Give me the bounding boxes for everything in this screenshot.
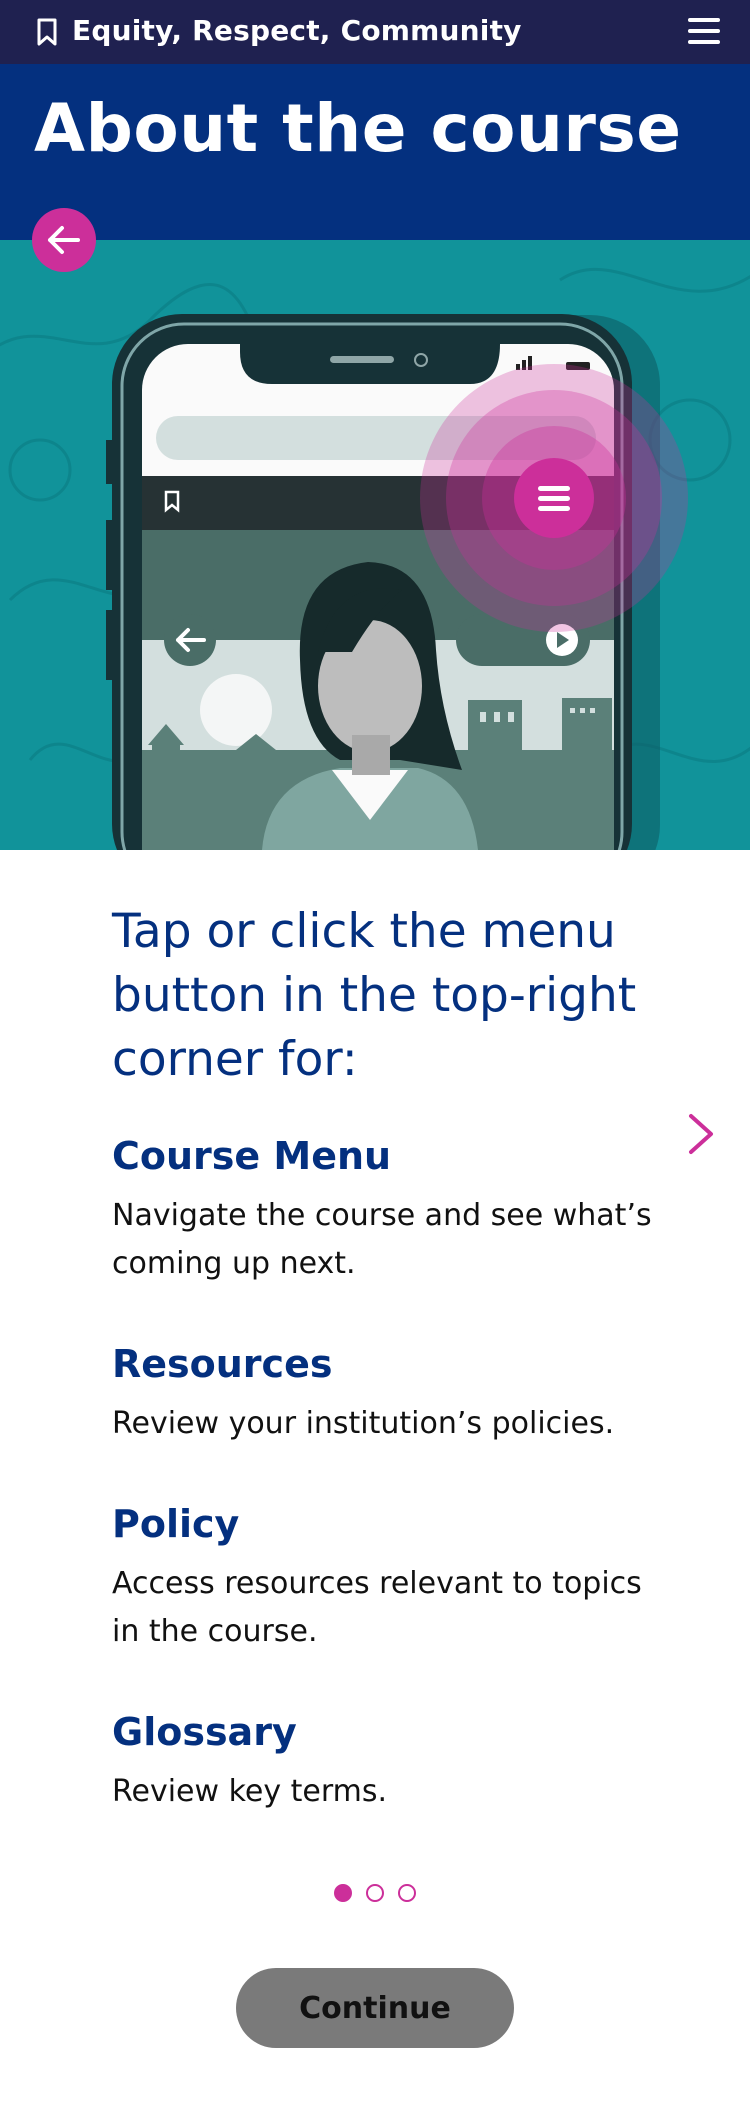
pagination-dot-3[interactable]: [398, 1884, 416, 1902]
hero-title-bar: About the course: [0, 64, 750, 240]
pagination-dot-2[interactable]: [366, 1884, 384, 1902]
section-title-policy: Policy: [112, 1502, 240, 1546]
continue-button[interactable]: Continue: [236, 1968, 514, 2048]
section-text-policy: Access resources relevant to topics in t…: [112, 1566, 642, 1649]
arrow-left-icon: [48, 226, 80, 254]
chevron-right-icon[interactable]: [686, 1112, 716, 1156]
section-text-course-menu: Navigate the course and see what’s comin…: [112, 1198, 652, 1281]
section-text-glossary: Review key terms.: [112, 1774, 388, 1809]
app-title: Equity, Respect, Community: [72, 14, 522, 47]
section-title-glossary: Glossary: [112, 1710, 297, 1754]
pagination-dots: [334, 1884, 424, 1906]
section-title-course-menu: Course Menu: [112, 1134, 392, 1178]
hamburger-menu-icon[interactable]: [688, 16, 720, 46]
back-button[interactable]: [32, 208, 96, 272]
section-title-resources: Resources: [112, 1342, 333, 1386]
phone-with-woman-illustration: [0, 267, 750, 850]
course-info-content: Tap or click the menu button in the top-…: [112, 900, 652, 1816]
section-text-resources: Review your institution’s policies.: [112, 1406, 615, 1441]
top-bar: Equity, Respect, Community: [0, 0, 750, 64]
bookmark-icon[interactable]: [36, 18, 58, 46]
page-title: About the course: [34, 90, 682, 167]
lead-text: Tap or click the menu button in the top-…: [112, 904, 637, 1087]
pagination-dot-1[interactable]: [334, 1884, 352, 1902]
hero-illustration: [0, 240, 750, 850]
